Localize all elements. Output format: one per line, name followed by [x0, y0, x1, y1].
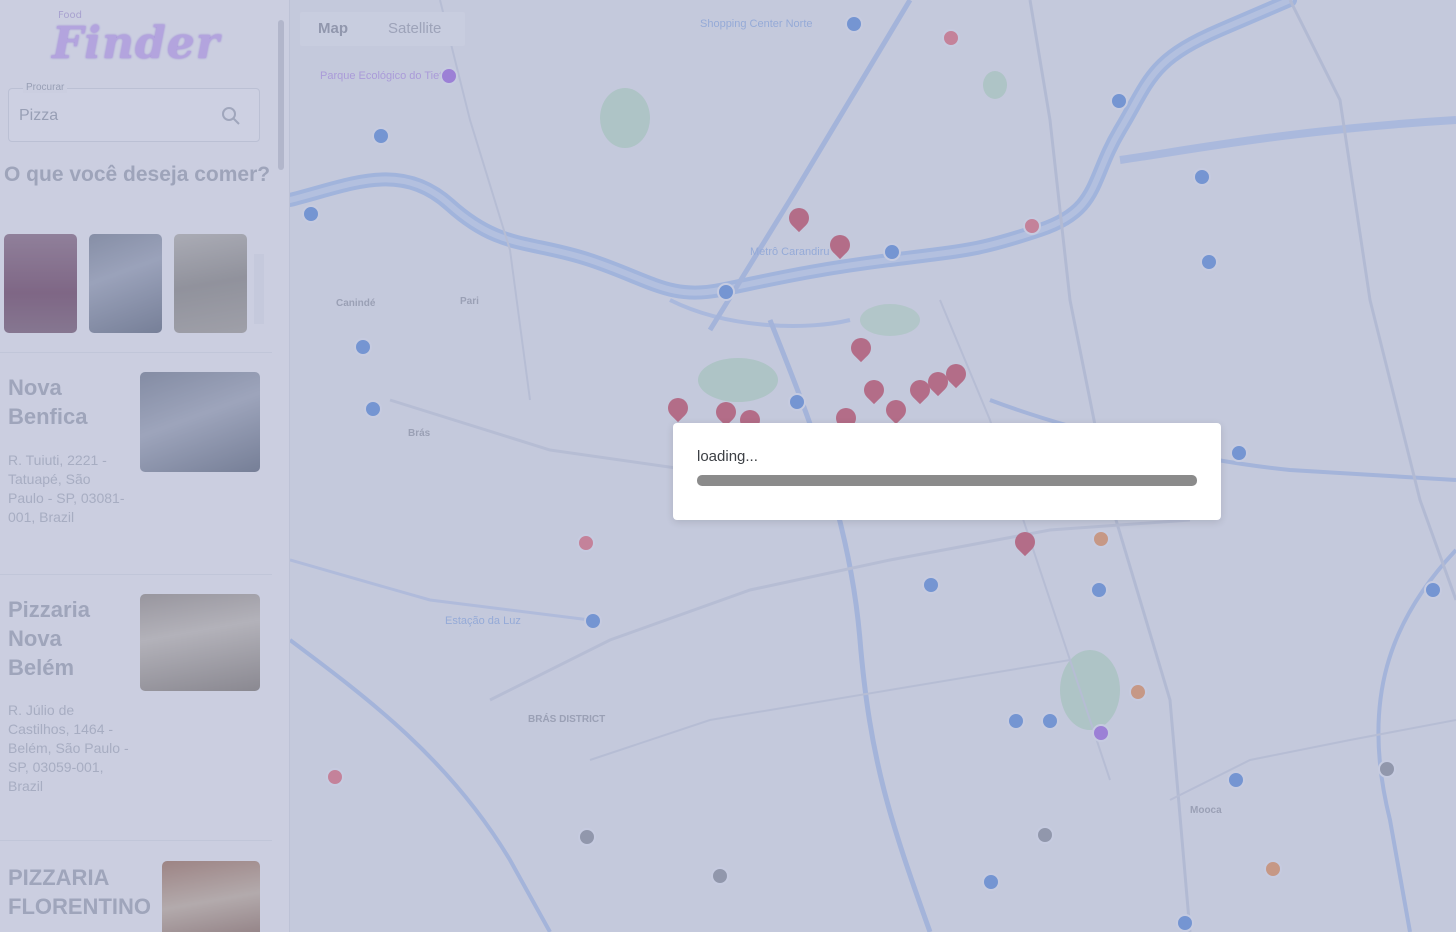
loading-dialog: loading...	[673, 423, 1221, 520]
loading-text: loading...	[697, 448, 758, 465]
loading-progress-bar	[697, 475, 1197, 486]
